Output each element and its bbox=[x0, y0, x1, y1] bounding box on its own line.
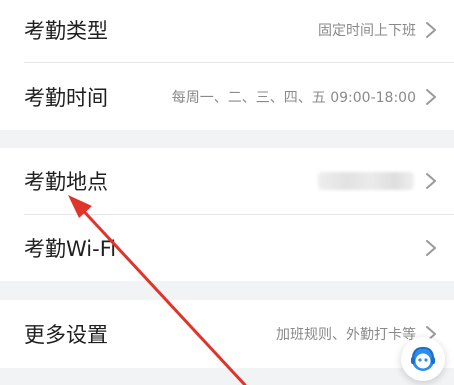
attendance-type-row[interactable]: 考勤类型 固定时间上下班 bbox=[0, 0, 454, 59]
attendance-settings-screen: 考勤类型 固定时间上下班 考勤时间 每周一、二、三、四、五 09:00-18:0… bbox=[0, 0, 454, 385]
chevron-right-icon bbox=[426, 88, 436, 105]
more-settings-value: 加班规则、外勤打卡等 bbox=[276, 327, 416, 343]
chevron-right-icon bbox=[426, 240, 436, 256]
attendance-wifi-label: 考勤Wi-Fi bbox=[24, 237, 117, 261]
attendance-time-label: 考勤时间 bbox=[24, 85, 108, 110]
attendance-type-label: 考勤类型 bbox=[24, 18, 108, 43]
chevron-right-icon bbox=[426, 21, 436, 38]
more-settings-label: 更多设置 bbox=[24, 323, 108, 347]
assistant-button[interactable] bbox=[401, 337, 445, 381]
attendance-wifi-row[interactable]: 考勤Wi-Fi bbox=[0, 215, 454, 281]
settings-group-more: 更多设置 加班规则、外勤打卡等 bbox=[0, 300, 454, 368]
settings-group-location: 考勤地点 考勤Wi-Fi bbox=[0, 148, 454, 281]
attendance-time-row[interactable]: 考勤时间 每周一、二、三、四、五 09:00-18:00 bbox=[0, 63, 454, 130]
attendance-location-row[interactable]: 考勤地点 bbox=[0, 148, 454, 214]
chevron-right-icon bbox=[426, 173, 436, 189]
more-settings-row[interactable]: 更多设置 加班规则、外勤打卡等 bbox=[0, 300, 454, 368]
customer-service-icon bbox=[411, 346, 435, 371]
settings-group-basic: 考勤类型 固定时间上下班 考勤时间 每周一、二、三、四、五 09:00-18:0… bbox=[0, 0, 454, 130]
attendance-type-value: 固定时间上下班 bbox=[318, 22, 416, 39]
attendance-time-value: 每周一、二、三、四、五 09:00-18:00 bbox=[171, 89, 416, 106]
blurred-location-value bbox=[318, 172, 414, 190]
attendance-location-label: 考勤地点 bbox=[24, 170, 108, 194]
